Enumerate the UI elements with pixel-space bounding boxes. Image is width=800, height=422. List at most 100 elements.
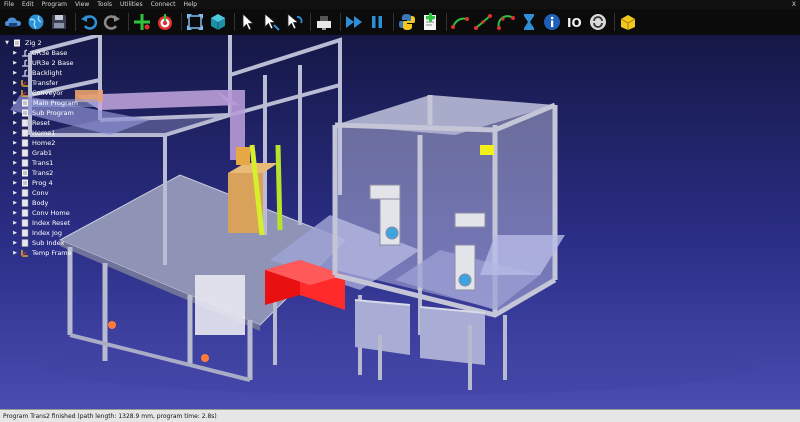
select-pointer-icon[interactable] (238, 12, 258, 32)
tree-item[interactable]: ▶ Sub Index (4, 238, 144, 248)
expand-arrow-icon[interactable]: ▶ (12, 250, 18, 256)
frame-icon (21, 89, 29, 97)
tree-root[interactable]: ▼ Zig 2 (4, 38, 144, 48)
tree-item-label: Conveyor (32, 89, 63, 97)
pause-icon[interactable] (367, 12, 387, 32)
expand-arrow-icon[interactable]: ▶ (12, 220, 18, 226)
cloud-open-icon[interactable] (3, 12, 23, 32)
tree-item-label: Trans2 (32, 169, 54, 177)
menu-help[interactable]: Help (179, 0, 201, 9)
package-icon[interactable] (618, 12, 638, 32)
expand-arrow-icon[interactable]: ▶ (12, 110, 18, 116)
menu-file[interactable]: File (0, 0, 18, 9)
tree-item[interactable]: ▶ Home1 (4, 128, 144, 138)
tree-item[interactable]: ▶ Main Program (4, 98, 144, 108)
expand-arrow-icon[interactable]: ▶ (12, 80, 18, 86)
menu-view[interactable]: View (71, 0, 93, 9)
close-button[interactable]: X (788, 0, 800, 9)
expand-arrow-icon[interactable]: ▶ (12, 100, 18, 106)
run-program-icon[interactable] (344, 12, 364, 32)
move-linear-icon[interactable] (473, 12, 493, 32)
expand-arrow-icon[interactable]: ▶ (12, 180, 18, 186)
expand-arrow-icon[interactable]: ▶ (12, 150, 18, 156)
expand-arrow-icon[interactable]: ▶ (12, 200, 18, 206)
expand-arrow-icon[interactable]: ▶ (12, 190, 18, 196)
select-move-icon[interactable] (261, 12, 281, 32)
tree-root-label: Zig 2 (25, 39, 42, 47)
tree-item[interactable]: ▶ Backlight (4, 68, 144, 78)
tree-item[interactable]: ▶ Grab1 (4, 148, 144, 158)
tree-item[interactable]: ▶ Temp Frame (4, 248, 144, 258)
target-icon (21, 239, 29, 247)
tree-item-label: UR3e 2 Base (32, 59, 74, 67)
tree-item[interactable]: ▶ Trans2 (4, 168, 144, 178)
expand-arrow-icon[interactable]: ▶ (12, 140, 18, 146)
expand-arrow-icon[interactable]: ▶ (12, 210, 18, 216)
tree-item-label: Reset (32, 119, 51, 127)
expand-arrow-icon[interactable]: ▶ (12, 90, 18, 96)
expand-arrow-icon[interactable]: ▶ (12, 230, 18, 236)
tree-item[interactable]: ▶ Sub Program (4, 108, 144, 118)
tree-item[interactable]: ▶ UR3e 2 Base (4, 58, 144, 68)
toolbar-separator (393, 13, 394, 31)
expand-arrow-icon[interactable]: ▶ (12, 60, 18, 66)
python-icon[interactable] (397, 12, 417, 32)
view-cube-icon[interactable] (208, 12, 228, 32)
tree-item[interactable]: ▶ Conveyor (4, 88, 144, 98)
pause-instruction-icon[interactable] (519, 12, 539, 32)
new-program-icon[interactable] (420, 12, 440, 32)
sync-icon[interactable] (588, 12, 608, 32)
expand-arrow-icon[interactable]: ▶ (12, 70, 18, 76)
expand-arrow-icon[interactable]: ▶ (12, 240, 18, 246)
toolbar-separator (614, 13, 615, 31)
tree-item[interactable]: ▶ UR3e Base (4, 48, 144, 58)
yellow-sensor (480, 145, 494, 155)
tree-item-label: Prog 4 (32, 179, 53, 187)
collapse-arrow-icon[interactable]: ▼ (4, 40, 10, 46)
tree-item-label: Conv Home (32, 209, 70, 217)
tree-item[interactable]: ▶ Conv (4, 188, 144, 198)
menu-tools[interactable]: Tools (93, 0, 116, 9)
program-icon (21, 109, 29, 117)
expand-arrow-icon[interactable]: ▶ (12, 50, 18, 56)
tree-item[interactable]: ▶ Home2 (4, 138, 144, 148)
redo-icon[interactable] (102, 12, 122, 32)
station-icon[interactable] (314, 12, 334, 32)
move-joint-icon[interactable] (450, 12, 470, 32)
expand-arrow-icon[interactable]: ▶ (12, 160, 18, 166)
info-icon[interactable] (542, 12, 562, 32)
3d-viewport[interactable]: ▼ Zig 2 ▶ UR3e Base ▶ UR3e 2 Base ▶ Backlight ▶ T… (0, 35, 800, 409)
expand-arrow-icon[interactable]: ▶ (12, 130, 18, 136)
tree-item[interactable]: ▶ Prog 4 (4, 178, 144, 188)
expand-arrow-icon[interactable]: ▶ (12, 170, 18, 176)
target-icon (21, 159, 29, 167)
menu-edit[interactable]: Edit (18, 0, 38, 9)
menu-utilities[interactable]: Utilities (116, 0, 147, 9)
move-circular-icon[interactable] (496, 12, 516, 32)
tree-item[interactable]: ▶ Body (4, 198, 144, 208)
robot-base-icon (21, 59, 29, 67)
globe-icon[interactable] (26, 12, 46, 32)
expand-arrow-icon[interactable]: ▶ (12, 120, 18, 126)
program-icon (21, 169, 29, 177)
tree-item[interactable]: ▶ Index Jog (4, 228, 144, 238)
tree-item-label: Index Reset (32, 219, 71, 227)
target-icon[interactable] (155, 12, 175, 32)
tree-item[interactable]: ▶ Reset (4, 118, 144, 128)
tree-item[interactable]: ▶ Conv Home (4, 208, 144, 218)
save-icon[interactable] (49, 12, 69, 32)
menu-program[interactable]: Program (38, 0, 71, 9)
tree-item[interactable]: ▶ Index Reset (4, 218, 144, 228)
tree-item[interactable]: ▶ Trans1 (4, 158, 144, 168)
undo-icon[interactable] (79, 12, 99, 32)
menu-connect[interactable]: Connect (147, 0, 180, 9)
io-icon[interactable]: IO (565, 12, 585, 32)
select-rotate-icon[interactable] (284, 12, 304, 32)
fit-view-icon[interactable] (185, 12, 205, 32)
tree-item-label: Trans1 (32, 159, 54, 167)
toolbar-separator (128, 13, 129, 31)
frame-icon (21, 79, 29, 87)
tree-item[interactable]: ▶ Transfer (4, 78, 144, 88)
frame-icon (21, 249, 29, 257)
add-target-icon[interactable] (132, 12, 152, 32)
